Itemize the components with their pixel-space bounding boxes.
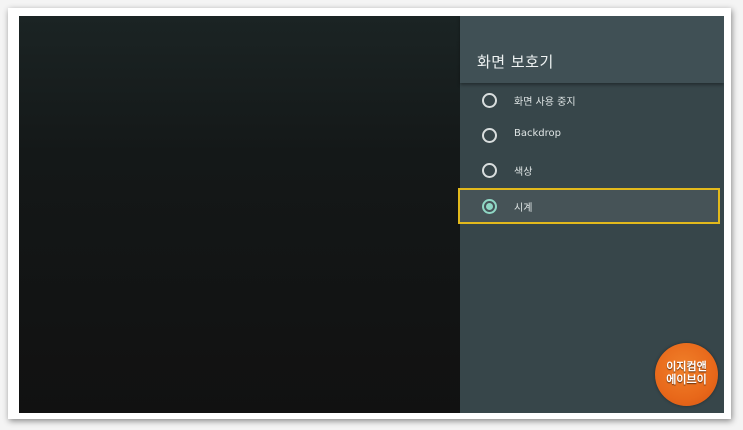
option-backdrop[interactable]: Backdrop bbox=[460, 118, 724, 153]
option-label: 화면 사용 중지 bbox=[514, 97, 576, 108]
radio-checked-icon[interactable] bbox=[482, 199, 497, 214]
radio-unchecked-icon[interactable] bbox=[482, 128, 497, 143]
tv-screen: 화면 보호기 화면 사용 중지 Backdrop 색상 시계 bbox=[19, 16, 724, 413]
screensaver-preview-area bbox=[19, 16, 460, 413]
option-label: Backdrop bbox=[514, 128, 561, 139]
watermark-logo: 이지컴앤 에이브이 bbox=[655, 343, 718, 406]
radio-unchecked-icon[interactable] bbox=[482, 93, 497, 108]
watermark-line1: 이지컴앤 bbox=[666, 360, 707, 373]
option-label: 시계 bbox=[514, 203, 533, 214]
watermark-line2: 에이브이 bbox=[666, 373, 707, 386]
option-label: 색상 bbox=[514, 167, 533, 178]
panel-header: 화면 보호기 bbox=[460, 16, 724, 83]
panel-title: 화면 보호기 bbox=[477, 53, 554, 71]
radio-unchecked-icon[interactable] bbox=[482, 163, 497, 178]
option-screen-off[interactable]: 화면 사용 중지 bbox=[460, 83, 724, 118]
option-clock[interactable]: 시계 bbox=[458, 188, 720, 224]
option-color[interactable]: 색상 bbox=[460, 153, 724, 188]
